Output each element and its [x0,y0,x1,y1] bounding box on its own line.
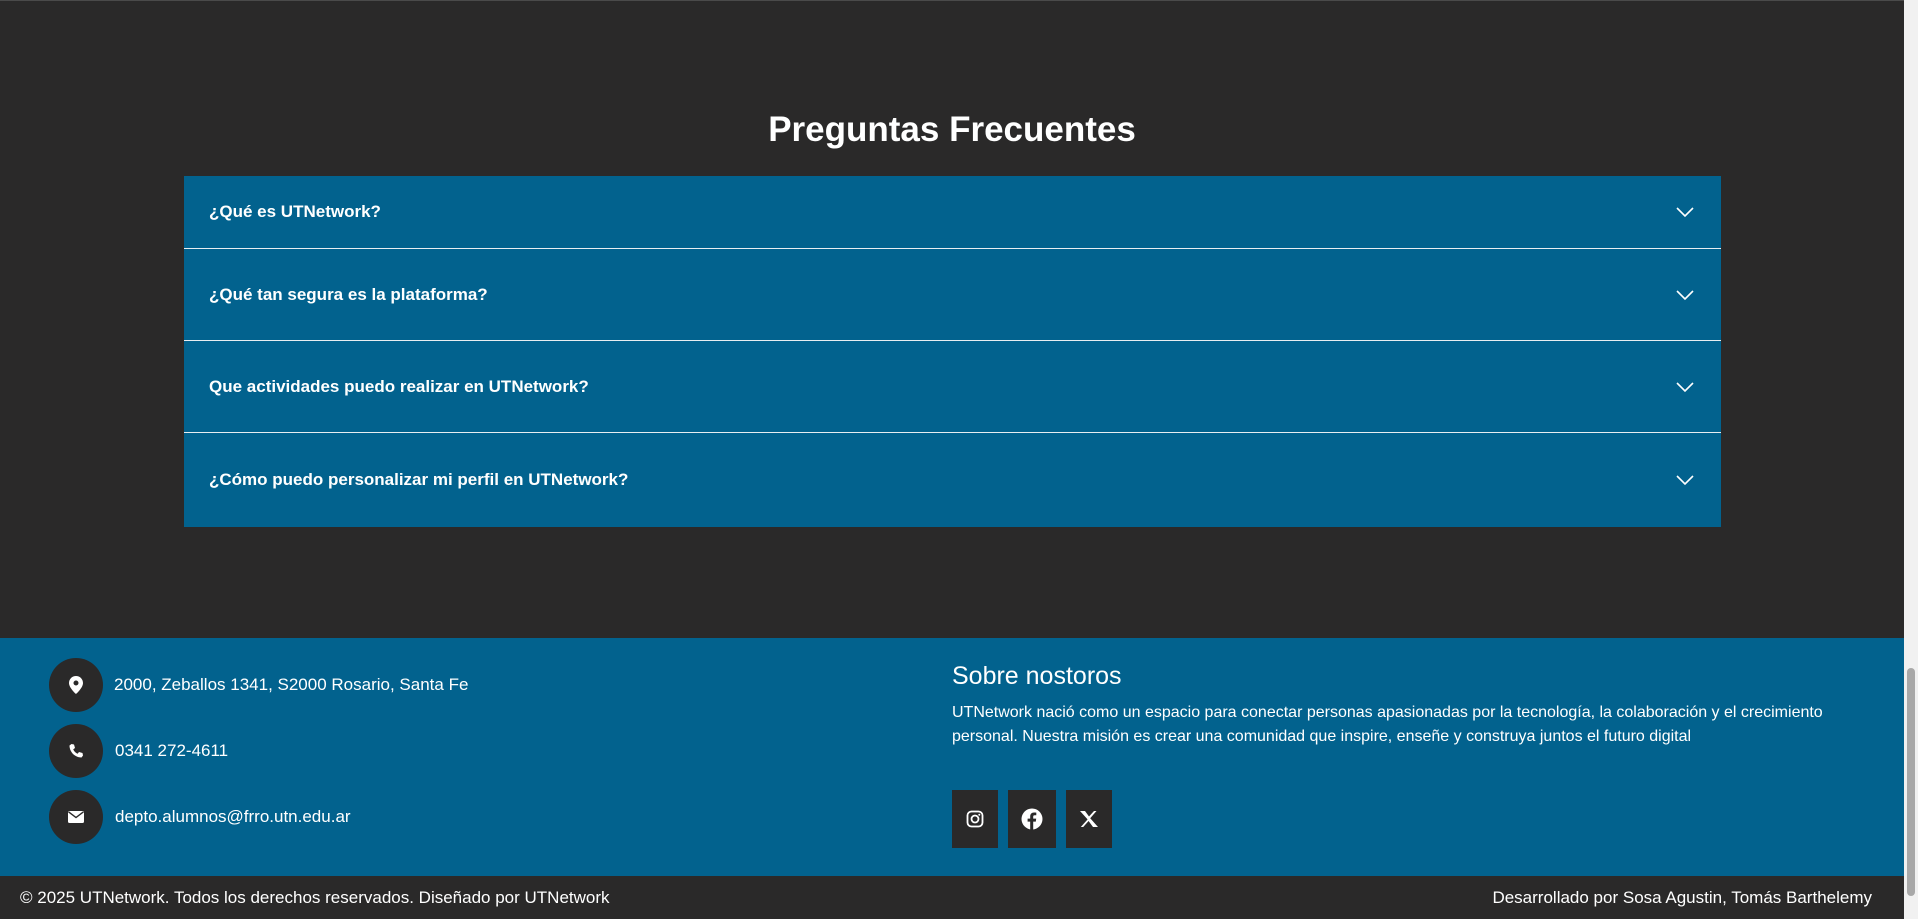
envelope-icon [49,790,103,844]
faq-item[interactable]: ¿Qué es UTNetwork? [184,176,1721,249]
contact-address: 2000, Zeballos 1341, S2000 Rosario, Sant… [49,658,468,712]
copyright-text: © 2025 UTNetwork. Todos los derechos res… [20,887,610,907]
faq-accordion: ¿Qué es UTNetwork? ¿Qué tan segura es la… [184,176,1721,527]
credits-text: Desarrollado por Sosa Agustin, Tomás Bar… [1492,887,1872,907]
contact-phone: 0341 272-4611 [49,724,228,778]
faq-title: Preguntas Frecuentes [768,110,1136,149]
faq-question: ¿Cómo puedo personalizar mi perfil en UT… [209,470,629,489]
social-links [952,790,1122,848]
faq-question: Que actividades puedo realizar en UTNetw… [209,376,589,396]
faq-item[interactable]: Que actividades puedo realizar en UTNetw… [184,341,1721,433]
instagram-icon[interactable] [952,790,998,848]
bottom-bar: © 2025 UTNetwork. Todos los derechos res… [0,876,1904,919]
footer-info: 2000, Zeballos 1341, S2000 Rosario, Sant… [0,638,1904,876]
vertical-scrollbar[interactable] [1904,0,1918,919]
chevron-down-icon [1676,207,1694,218]
phone-icon [49,724,103,778]
about-section: Sobre nostoros UTNetwork nació como un e… [952,662,1852,749]
faq-question: ¿Qué es UTNetwork? [209,202,381,221]
email-text[interactable]: depto.alumnos@frro.utn.edu.ar [115,807,351,827]
about-title: Sobre nostoros [952,662,1122,690]
faq-item[interactable]: ¿Cómo puedo personalizar mi perfil en UT… [184,433,1721,527]
facebook-icon[interactable] [1008,790,1056,848]
faq-item[interactable]: ¿Qué tan segura es la plataforma? [184,249,1721,341]
chevron-down-icon [1676,381,1694,392]
chevron-down-icon [1676,475,1694,486]
top-divider [0,0,1904,1]
faq-question: ¿Qué tan segura es la plataforma? [209,284,488,304]
x-icon[interactable] [1066,790,1112,848]
about-text: UTNetwork nació como un espacio para con… [952,704,1823,745]
location-pin-icon [49,658,103,712]
scrollbar-thumb[interactable] [1907,668,1915,896]
phone-text: 0341 272-4611 [115,741,229,760]
address-text: 2000, Zeballos 1341, S2000 Rosario, Sant… [114,675,469,694]
contact-email: depto.alumnos@frro.utn.edu.ar [49,790,351,844]
chevron-down-icon [1676,289,1694,300]
